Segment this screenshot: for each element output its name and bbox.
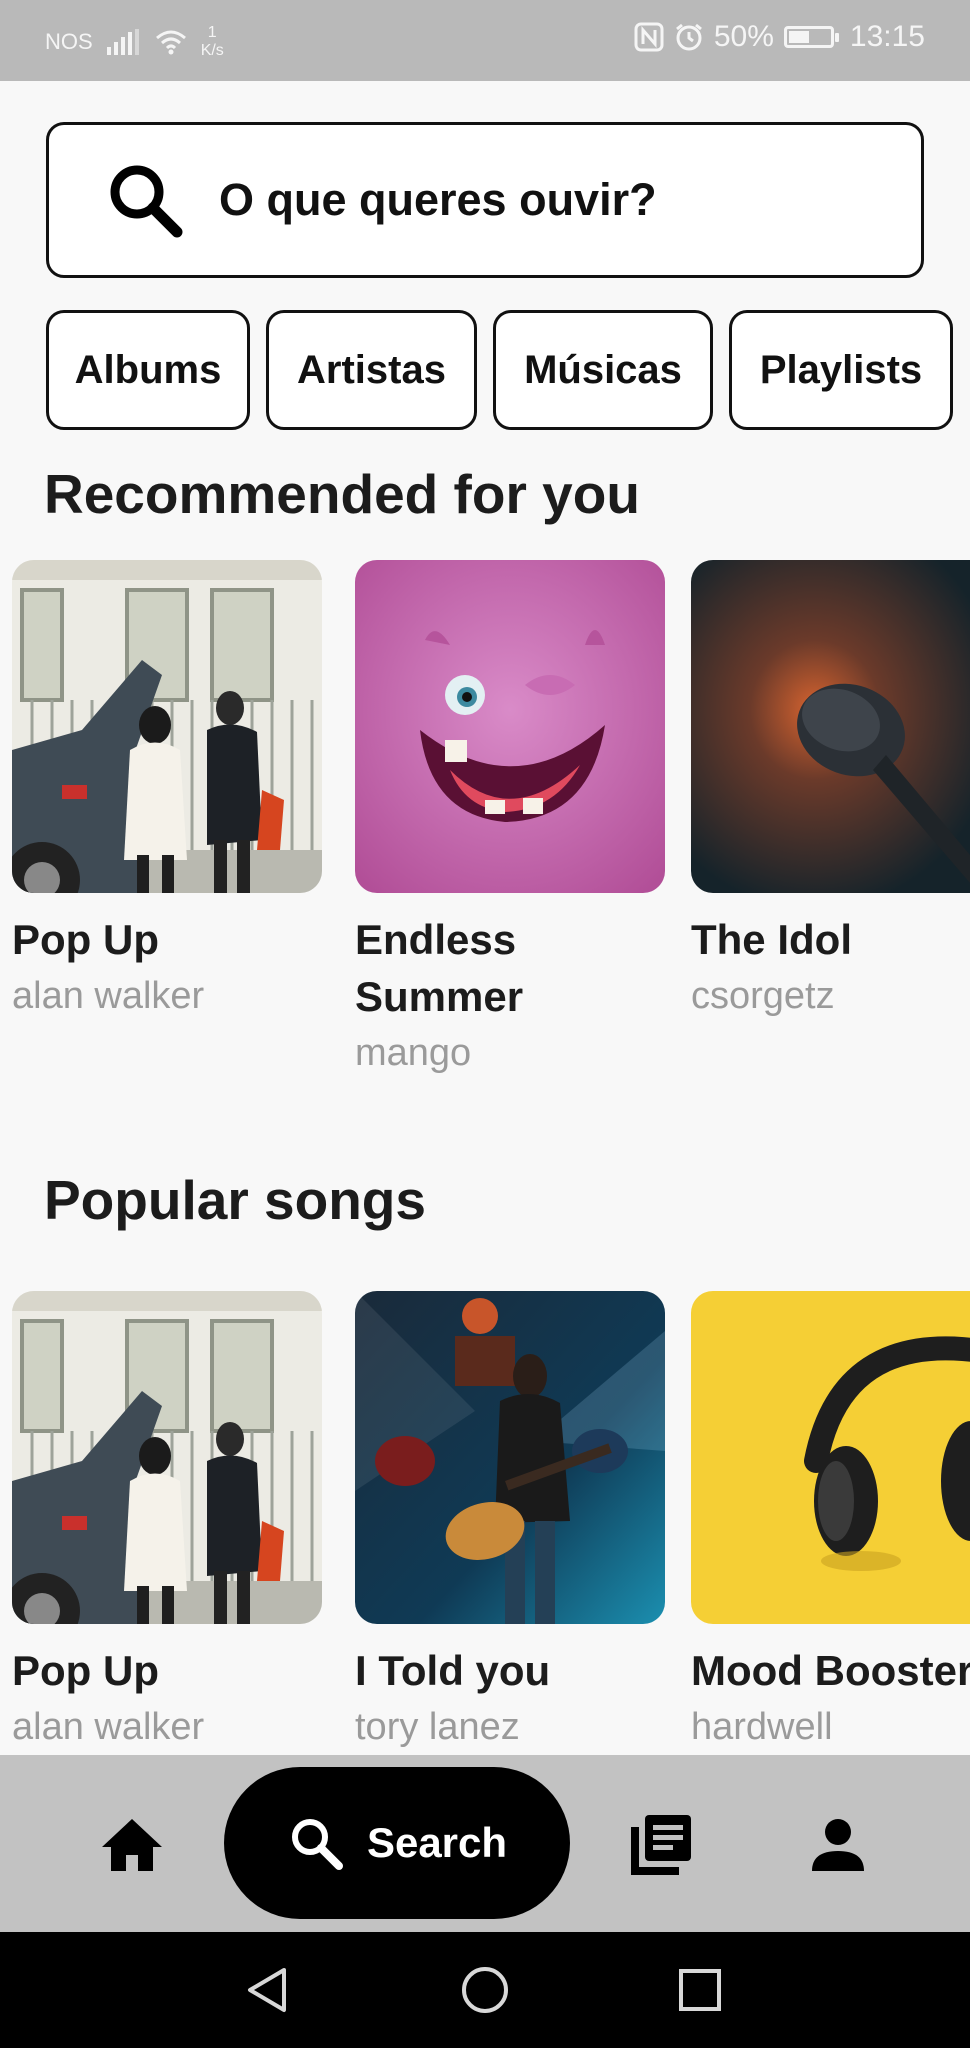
search-icon bbox=[105, 160, 185, 240]
carrier-label: NOS bbox=[45, 29, 93, 54]
track-title: Pop Up bbox=[12, 916, 159, 963]
profile-icon[interactable] bbox=[803, 1810, 873, 1880]
search-icon bbox=[291, 1819, 343, 1870]
filter-chip-albums[interactable]: Albums bbox=[46, 310, 250, 430]
album-cover-microphone bbox=[691, 560, 970, 893]
filter-chip-songs[interactable]: Músicas bbox=[493, 310, 713, 430]
song-cover-street bbox=[12, 1291, 322, 1624]
recommended-row: Pop Up alan walker Endless Summer mango … bbox=[12, 560, 970, 1079]
nav-search-label: Search bbox=[366, 1819, 508, 1866]
song-cover-guitarist bbox=[355, 1291, 665, 1624]
alarm-icon bbox=[675, 23, 702, 51]
library-icon[interactable] bbox=[626, 1810, 696, 1880]
track-artist: alan walker bbox=[12, 975, 205, 1017]
track-title: Endless Summer bbox=[355, 916, 524, 1020]
recents-square-icon[interactable] bbox=[672, 1962, 728, 2018]
album-cover-monster bbox=[355, 560, 665, 893]
popular-row: Pop Up alan walker I Told you tory lanez… bbox=[12, 1291, 970, 1753]
song-cover-headphones bbox=[691, 1291, 970, 1624]
track-artist: mango bbox=[355, 1032, 472, 1074]
filter-chip-playlists[interactable]: Playlists bbox=[729, 310, 953, 430]
wifi-icon bbox=[155, 30, 186, 55]
battery-percent: 50% bbox=[713, 20, 774, 53]
track-artist: csorgetz bbox=[691, 975, 835, 1017]
track-title: I Told you bbox=[355, 1647, 551, 1694]
search-bar[interactable] bbox=[46, 122, 924, 278]
search-input[interactable] bbox=[219, 174, 819, 226]
track-title: Mood Booster bbox=[691, 1647, 970, 1694]
filter-chip-artists[interactable]: Artistas bbox=[266, 310, 477, 430]
track-artist: hardwell bbox=[691, 1706, 833, 1748]
home-circle-icon[interactable] bbox=[457, 1962, 513, 2018]
section-title-popular: Popular songs bbox=[44, 1169, 426, 1231]
album-card[interactable]: The Idol csorgetz bbox=[691, 560, 970, 1079]
clock: 13:15 bbox=[849, 20, 925, 53]
song-card[interactable]: I Told you tory lanez bbox=[355, 1291, 665, 1753]
track-title: Pop Up bbox=[12, 1647, 159, 1694]
signal-icon bbox=[106, 29, 139, 55]
nav-search-button[interactable]: Search bbox=[224, 1767, 570, 1919]
track-artist: tory lanez bbox=[355, 1706, 520, 1748]
back-icon[interactable] bbox=[240, 1962, 296, 2018]
bottom-nav: Search bbox=[0, 1755, 970, 1932]
network-speed: 1 K/s bbox=[200, 24, 224, 59]
status-bar: NOS 1 K/s 50% 13:15 bbox=[0, 0, 970, 81]
filter-chips: Albums Artistas Músicas Playlists bbox=[46, 310, 953, 430]
track-title: The Idol bbox=[691, 916, 852, 963]
battery-icon bbox=[783, 26, 839, 48]
home-icon[interactable] bbox=[97, 1810, 167, 1880]
song-card[interactable]: Mood Booster hardwell bbox=[691, 1291, 970, 1753]
song-card[interactable]: Pop Up alan walker bbox=[12, 1291, 322, 1753]
track-artist: alan walker bbox=[12, 1706, 205, 1748]
nfc-icon bbox=[634, 22, 664, 52]
system-nav-bar bbox=[0, 1932, 970, 2048]
album-cover-street bbox=[12, 560, 322, 893]
album-card[interactable]: Pop Up alan walker bbox=[12, 560, 322, 1079]
section-title-recommended: Recommended for you bbox=[44, 463, 640, 525]
album-card[interactable]: Endless Summer mango bbox=[355, 560, 665, 1079]
